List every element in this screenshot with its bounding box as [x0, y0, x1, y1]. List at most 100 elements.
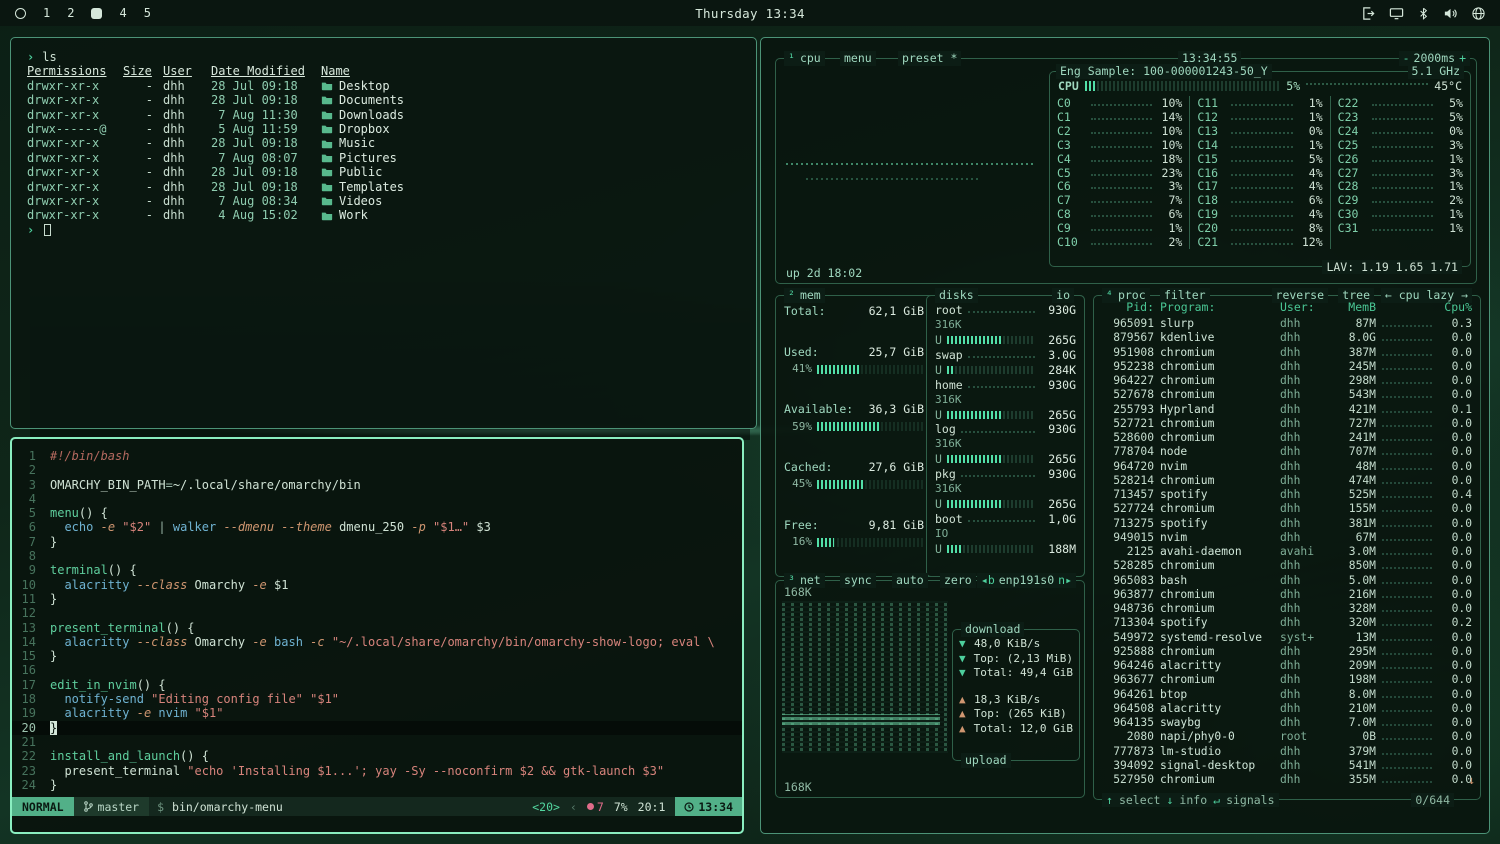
process-user: dhh	[1280, 417, 1324, 431]
process-row[interactable]: 964135 swaybg dhh 7.0M 0.0	[1094, 716, 1480, 730]
process-row[interactable]: 879567 kdenlive dhh 8.0G 0.0	[1094, 331, 1480, 345]
select-hint[interactable]: select	[1119, 793, 1161, 807]
process-row[interactable]: 964246 alacritty dhh 209M 0.0	[1094, 659, 1480, 673]
bluetooth-icon[interactable]	[1417, 6, 1430, 21]
process-row[interactable]: 952238 chromium dhh 245M 0.0	[1094, 360, 1480, 374]
process-name: chromium	[1160, 773, 1274, 787]
process-row[interactable]: 528214 chromium dhh 474M 0.0	[1094, 474, 1480, 488]
core-row: C253%	[1338, 138, 1463, 152]
mem-meter	[817, 422, 924, 431]
process-pid: 255793	[1102, 403, 1154, 417]
process-row[interactable]: 948736 chromium dhh 328M 0.0	[1094, 602, 1480, 616]
process-memory: 381M	[1330, 517, 1376, 531]
process-row[interactable]: 528285 chromium dhh 850M 0.0	[1094, 559, 1480, 573]
process-row[interactable]: 394092 signal-desktop dhh 541M 0.0	[1094, 759, 1480, 773]
signals-hint[interactable]: signals	[1226, 793, 1274, 807]
process-cpu: 0.0	[1438, 631, 1472, 645]
process-pid: 527678	[1102, 388, 1154, 402]
shell-prompt: ›	[27, 223, 34, 237]
process-row[interactable]: 527678 chromium dhh 543M 0.0	[1094, 388, 1480, 402]
line-number: 9	[12, 563, 50, 577]
menu-button[interactable]: menu	[840, 51, 876, 66]
process-row[interactable]: 949015 nvim dhh 67M 0.0	[1094, 531, 1480, 545]
terminal-window-ls[interactable]: › ls Permissions Size User Date Modified…	[10, 37, 757, 429]
folder-icon	[321, 167, 333, 177]
empty-prompt-line[interactable]: ›	[27, 223, 740, 237]
process-row[interactable]: 713304 spotify dhh 320M 0.2	[1094, 616, 1480, 630]
process-row[interactable]: 965083 bash dhh 5.0M 0.0	[1094, 574, 1480, 588]
process-name: node	[1160, 445, 1274, 459]
process-user: dhh	[1280, 688, 1324, 702]
scroll-down-indicator[interactable]: ↓	[1468, 773, 1475, 787]
disks-title[interactable]: disks	[935, 288, 978, 303]
editor-window[interactable]: 1 #!/bin/bash 2 3 OMARCHY_BIN_PATH=~/.lo…	[10, 437, 744, 834]
display-icon[interactable]	[1389, 6, 1404, 21]
net-interface-selector[interactable]: ◂benp191s0n▸	[977, 573, 1076, 588]
process-cpu: 0.0	[1438, 346, 1472, 360]
process-row[interactable]: 2080 napi/phy0-0 root 0B 0.0	[1094, 730, 1480, 744]
process-row[interactable]: 964227 chromium dhh 298M 0.0	[1094, 374, 1480, 388]
process-row[interactable]: 527721 chromium dhh 727M 0.0	[1094, 417, 1480, 431]
direction-arrow-icon: ▼	[959, 666, 969, 680]
process-row[interactable]: 964720 nvim dhh 48M 0.0	[1094, 460, 1480, 474]
preset-button[interactable]: preset *	[898, 51, 961, 66]
workspace[interactable]: 4	[119, 7, 126, 19]
workspace[interactable]	[91, 8, 102, 19]
process-name: spotify	[1160, 517, 1274, 531]
logout-icon[interactable]	[1361, 6, 1376, 21]
process-row[interactable]: 777873 lm-studio dhh 379M 0.0	[1094, 745, 1480, 759]
process-row[interactable]: 527950 chromium dhh 355M 0.0	[1094, 773, 1480, 787]
btop-disks-box: disks io root 930G 316K	[926, 295, 1085, 577]
process-row[interactable]: 713457 spotify dhh 525M 0.4	[1094, 488, 1480, 502]
line-number: 21	[12, 735, 50, 749]
btop-window[interactable]: ¹cpu menu preset * 13:34:55 -2000ms+ up …	[760, 37, 1490, 834]
workspace[interactable]: 2	[67, 7, 74, 19]
line-number: 4	[12, 492, 50, 506]
ls-row: drwxr-xr-x - dhh 7 Aug 08:34 Videos	[27, 194, 740, 208]
process-name: chromium	[1160, 588, 1274, 602]
process-row[interactable]: 713275 spotify dhh 381M 0.0	[1094, 517, 1480, 531]
date-modified: 4 Aug 15:02	[211, 208, 311, 222]
file-owner: dhh	[163, 194, 201, 208]
io-button[interactable]: io	[1052, 288, 1074, 303]
ls-row: drwxr-xr-x - dhh 7 Aug 08:07 Pictures	[27, 151, 740, 165]
disk-line: U 265G	[935, 407, 1076, 422]
process-name: Hyprland	[1160, 403, 1274, 417]
process-user: dhh	[1280, 388, 1324, 402]
info-hint[interactable]: info	[1179, 793, 1207, 807]
globe-icon[interactable]	[1471, 6, 1486, 21]
net-stat-line: ▲ 18,3 KiB/s	[959, 693, 1073, 708]
process-row[interactable]: 925888 chromium dhh 295M 0.0	[1094, 645, 1480, 659]
volume-icon[interactable]	[1443, 6, 1458, 21]
process-row[interactable]: 964508 alacritty dhh 210M 0.0	[1094, 702, 1480, 716]
core-row: C311%	[1338, 221, 1463, 235]
process-row[interactable]: 549972 systemd-resolve syst+ 13M 0.0	[1094, 631, 1480, 645]
mem-box-title[interactable]: ²mem	[784, 288, 825, 303]
cpu-box-title[interactable]: ¹cpu	[784, 51, 825, 66]
code-line: 12	[12, 606, 742, 620]
workspace[interactable]	[15, 8, 26, 19]
process-row[interactable]: 528600 chromium dhh 241M 0.0	[1094, 431, 1480, 445]
process-row[interactable]: 951908 chromium dhh 387M 0.0	[1094, 346, 1480, 360]
process-table-header[interactable]: Pid: Program: User: MemB Cpu%	[1094, 300, 1480, 315]
process-row[interactable]: 965091 slurp dhh 87M 0.3	[1094, 317, 1480, 331]
net-sync-button[interactable]: sync	[840, 573, 876, 588]
process-row[interactable]: 2125 avahi-daemon avahi 3.0M 0.0	[1094, 545, 1480, 559]
process-row[interactable]: 963677 chromium dhh 198M 0.0	[1094, 673, 1480, 687]
process-row[interactable]: 255793 Hyprland dhh 421M 0.1	[1094, 403, 1480, 417]
net-auto-button[interactable]: auto	[892, 573, 928, 588]
process-row[interactable]: 778704 node dhh 707M 0.0	[1094, 445, 1480, 459]
workspace[interactable]: 5	[144, 7, 151, 19]
workspace[interactable]: 1	[43, 7, 50, 19]
ls-row: drwxr-xr-x - dhh 28 Jul 09:18 Public	[27, 165, 740, 179]
disk-line: root 930G	[935, 303, 1076, 318]
core-row: C225%	[1338, 96, 1463, 110]
process-row[interactable]: 964261 btop dhh 8.0M 0.0	[1094, 688, 1480, 702]
process-memory: 48M	[1330, 460, 1376, 474]
process-memory: 241M	[1330, 431, 1376, 445]
code-area[interactable]: 1 #!/bin/bash 2 3 OMARCHY_BIN_PATH=~/.lo…	[12, 439, 742, 797]
disk-line: home 930G	[935, 377, 1076, 392]
process-row[interactable]: 527724 chromium dhh 155M 0.0	[1094, 502, 1480, 516]
process-row[interactable]: 963877 chromium dhh 216M 0.0	[1094, 588, 1480, 602]
net-zero-button[interactable]: zero	[940, 573, 976, 588]
